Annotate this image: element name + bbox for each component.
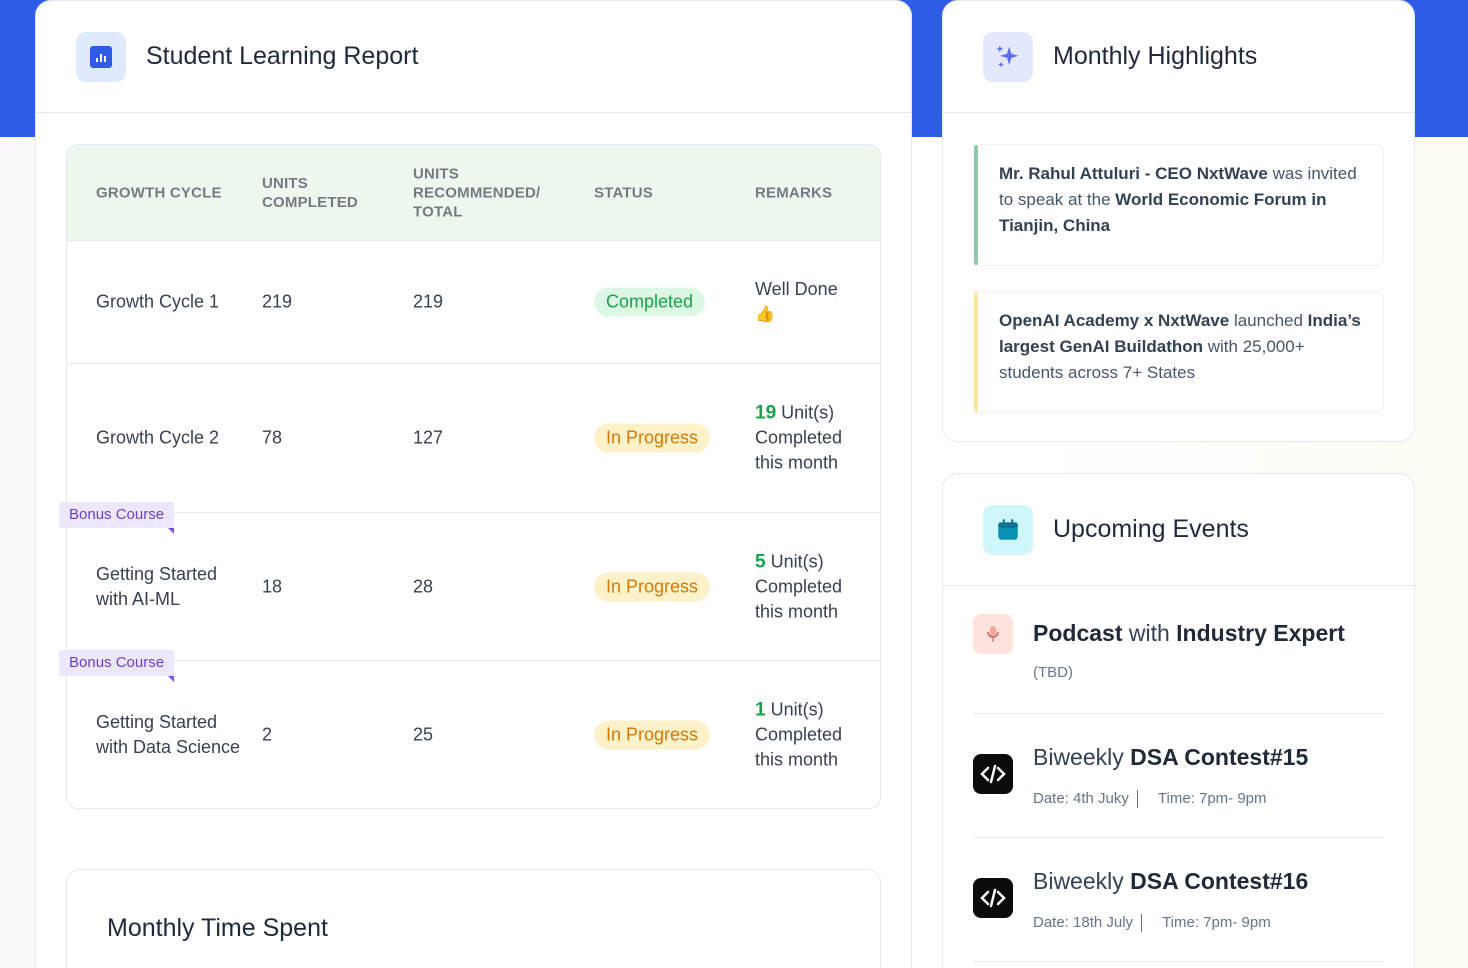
- table-row: Bonus Course Getting Started with AI-ML …: [59, 502, 880, 661]
- report-header: Student Learning Report: [36, 1, 911, 113]
- remark: 5 Unit(s) Completed this month: [755, 551, 843, 621]
- units-total: 25: [413, 724, 434, 744]
- units-total: 28: [413, 576, 434, 596]
- growth-cycle-name: Growth Cycle 2: [96, 427, 220, 448]
- student-learning-report-card: Student Learning Report GROWTH CYCLE UNI…: [35, 0, 912, 968]
- code-icon: [973, 754, 1013, 794]
- column-header-status: STATUS: [594, 184, 653, 201]
- event-title: Biweekly DSA Contest#16: [1033, 868, 1309, 894]
- event-datetime: Date: 4th Juky Time: 7pm- 9pm: [1033, 790, 1267, 809]
- units-completed: 18: [262, 576, 283, 596]
- highlights-header: Monthly Highlights: [943, 1, 1414, 113]
- event-item[interactable]: Biweekly DSA Contest#16 Date: 18th July T…: [973, 838, 1384, 962]
- course-name: Getting Started with Data Science: [96, 711, 241, 757]
- bonus-course-tag: Bonus Course: [59, 650, 175, 682]
- calendar-icon: [983, 504, 1033, 555]
- remark: Well Done 👍: [755, 277, 838, 327]
- table-header: GROWTH CYCLE UNITS COMPLETED UNITS RECOM…: [67, 145, 880, 241]
- bar-chart-icon: [76, 31, 126, 82]
- code-icon: [973, 878, 1013, 918]
- status-badge: In Progress: [594, 572, 711, 601]
- event-title: Podcast with Industry Expert: [1033, 620, 1345, 646]
- remark: 19 Unit(s) Completed this month: [755, 402, 843, 473]
- units-total: 127: [413, 427, 444, 448]
- monthly-highlights-card: Monthly Highlights Mr. Rahul Attuluri - …: [942, 0, 1415, 442]
- units-completed: 2: [262, 724, 273, 744]
- monthly-time-spent-card: Monthly Time Spent: [66, 869, 881, 968]
- remark: 1 Unit(s) Completed this month: [755, 699, 843, 769]
- growth-cycle-table: GROWTH CYCLE UNITS COMPLETED UNITS RECOM…: [59, 144, 881, 809]
- event-item[interactable]: Biweekly DSA Contest#15 Date: 4th Juky Ti…: [973, 714, 1384, 838]
- event-datetime: Date: 18th July Time: 7pm- 9pm: [1033, 914, 1271, 933]
- units-total: 219: [413, 291, 444, 312]
- bonus-course-tag: Bonus Course: [59, 502, 175, 534]
- highlight-item: OpenAI Academy x NxtWave launched India’…: [973, 291, 1384, 413]
- column-header-units-completed: UNITS COMPLETED: [262, 174, 358, 211]
- course-name: Getting Started with AI-ML: [96, 563, 218, 609]
- units-completed: 219: [262, 291, 293, 312]
- event-subtitle: (TBD): [1033, 664, 1073, 681]
- highlights-title: Monthly Highlights: [1053, 42, 1258, 70]
- microphone-icon: [973, 614, 1013, 654]
- event-title: Biweekly DSA Contest#15: [1033, 744, 1309, 770]
- sparkle-icon: [983, 31, 1033, 82]
- thumbs-up-icon: 👍: [755, 306, 775, 323]
- report-title: Student Learning Report: [146, 42, 419, 70]
- table-row: Bonus Course Getting Started with Data S…: [59, 650, 880, 808]
- events-header: Upcoming Events: [943, 474, 1414, 586]
- monthly-time-spent-title: Monthly Time Spent: [107, 914, 328, 942]
- table-row: Growth Cycle 2 78 127 In Progress 19 Uni…: [67, 364, 880, 513]
- column-header-units-recommended: UNITS RECOMMENDED/ TOTAL: [413, 165, 541, 220]
- status-badge: Completed: [594, 287, 706, 317]
- table-row: Growth Cycle 1 219 219 Completed Well Do…: [67, 241, 880, 364]
- growth-cycle-name: Growth Cycle 1: [96, 291, 220, 312]
- units-completed: 78: [262, 427, 283, 448]
- status-badge: In Progress: [594, 423, 711, 453]
- status-badge: In Progress: [594, 720, 711, 749]
- column-header-growth-cycle: GROWTH CYCLE: [96, 184, 222, 201]
- upcoming-events-card: Upcoming Events Podcast with Industry Ex…: [942, 473, 1415, 968]
- events-title: Upcoming Events: [1053, 515, 1249, 543]
- column-header-remarks: REMARKS: [755, 184, 833, 201]
- event-item[interactable]: Podcast with Industry Expert (TBD): [973, 590, 1384, 714]
- highlight-item: Mr. Rahul Attuluri - CEO NxtWave was inv…: [973, 144, 1384, 266]
